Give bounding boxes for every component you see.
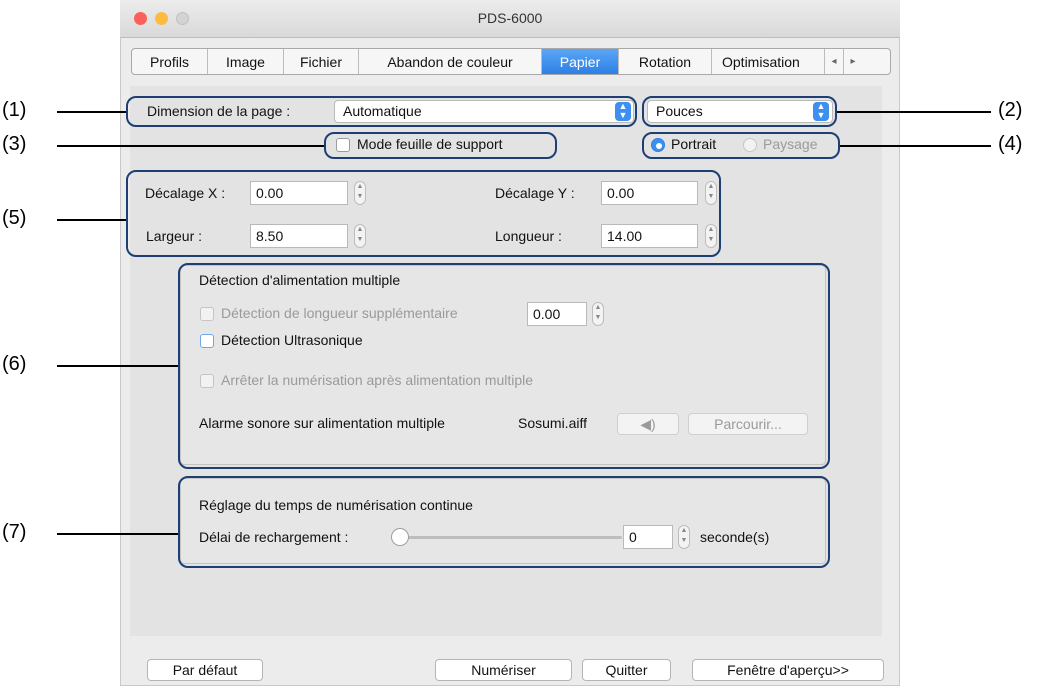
units-chevron-icon[interactable]: ▲ ▼ [813,102,829,121]
play-sound-button[interactable]: ◀︎) [617,413,679,435]
tab-profils[interactable]: Profils [132,49,208,74]
length-label: Longueur : [495,228,562,244]
offset-y-label: Décalage Y : [495,185,575,201]
width-field[interactable]: 8.50 [250,224,348,248]
tab-scroll-right-icon[interactable]: ▸ [844,49,862,74]
stop-after-multifeed-label: Arrêter la numérisation après alimentati… [221,372,534,388]
callout-label-1: (1) [2,99,27,121]
multifeed-title: Détection d'alimentation multiple [199,272,401,288]
callout-label-2: (2) [998,99,1023,121]
callout-leader-2 [837,111,991,113]
preview-window-button[interactable]: Fenêtre d'aperçu>> [692,659,884,681]
callout-leader-5 [57,219,126,221]
speaker-icon: ◀︎) [640,416,656,432]
tab-optimisation[interactable]: Optimisation [712,49,825,74]
default-button[interactable]: Par défaut [147,659,263,681]
units-select[interactable]: Pouces [647,100,833,123]
window-title: PDS-6000 [477,10,543,26]
length-stepper[interactable]: ▲ ▼ [705,224,717,248]
callout-leader-7 [57,533,178,535]
alarm-file-name: Sosumi.aiff [518,415,587,431]
tab-scroll-left-icon[interactable]: ◂ [825,49,844,74]
scan-button[interactable]: Numériser [435,659,572,681]
ultrasonic-checkbox[interactable] [200,334,214,348]
tab-image[interactable]: Image [208,49,284,74]
carrier-sheet-label: Mode feuille de support [357,136,503,152]
length-detection-checkbox[interactable] [200,307,214,321]
callout-box-7 [178,476,830,568]
delay-field[interactable]: 0 [623,525,673,549]
offset-y-stepper[interactable]: ▲ ▼ [705,181,717,205]
callout-label-3: (3) [2,133,27,155]
tab-abandon-de-couleur[interactable]: Abandon de couleur [359,49,542,74]
portrait-radio[interactable] [651,138,665,152]
tab-papier[interactable]: Papier [542,49,619,74]
callout-box-6 [178,263,830,469]
offset-x-stepper[interactable]: ▲ ▼ [354,181,366,205]
page-size-label: Dimension de la page : [147,103,291,119]
callout-leader-1 [57,111,126,113]
callout-label-5: (5) [2,207,27,229]
page-size-value: Automatique [343,103,422,119]
width-label: Largeur : [146,228,203,244]
quit-button[interactable]: Quitter [582,659,671,681]
delay-unit: seconde(s) [700,529,770,545]
callout-leader-3 [57,145,324,147]
browse-button[interactable]: Parcourir... [688,413,808,435]
callout-leader-4 [840,145,991,147]
delay-slider-track[interactable] [395,536,622,539]
ultrasonic-label: Détection Ultrasonique [221,332,363,348]
carrier-sheet-checkbox[interactable] [336,138,350,152]
offset-x-field[interactable]: 0.00 [250,181,348,205]
offset-x-label: Décalage X : [145,185,226,201]
stop-after-multifeed-checkbox[interactable] [200,374,214,388]
landscape-radio[interactable] [743,138,757,152]
alarm-label: Alarme sonore sur alimentation multiple [199,415,445,431]
tab-rotation[interactable]: Rotation [619,49,712,74]
length-detection-label: Détection de longueur supplémentaire [221,305,458,321]
delay-slider-knob[interactable] [391,528,409,546]
callout-label-4: (4) [998,133,1023,155]
landscape-label: Paysage [763,136,818,152]
delay-stepper[interactable]: ▲ ▼ [678,525,690,549]
length-detection-stepper[interactable]: ▲ ▼ [592,302,604,326]
length-field[interactable]: 14.00 [601,224,698,248]
delay-label: Délai de rechargement : [199,529,349,545]
continuous-title: Réglage du temps de numérisation continu… [199,497,473,513]
page-size-select[interactable]: Automatique [334,100,634,123]
tab-fichier[interactable]: Fichier [284,49,359,74]
page-size-chevron-icon[interactable]: ▲ ▼ [615,102,631,121]
portrait-label: Portrait [671,136,717,152]
length-detection-field[interactable]: 0.00 [527,302,587,326]
units-value: Pouces [656,103,703,119]
offset-y-field[interactable]: 0.00 [601,181,698,205]
tab-bar: Profils Image Fichier Abandon de couleur… [131,48,891,75]
callout-label-7: (7) [2,521,27,543]
callout-leader-6 [57,365,178,367]
callout-label-6: (6) [2,353,27,375]
width-stepper[interactable]: ▲ ▼ [354,224,366,248]
